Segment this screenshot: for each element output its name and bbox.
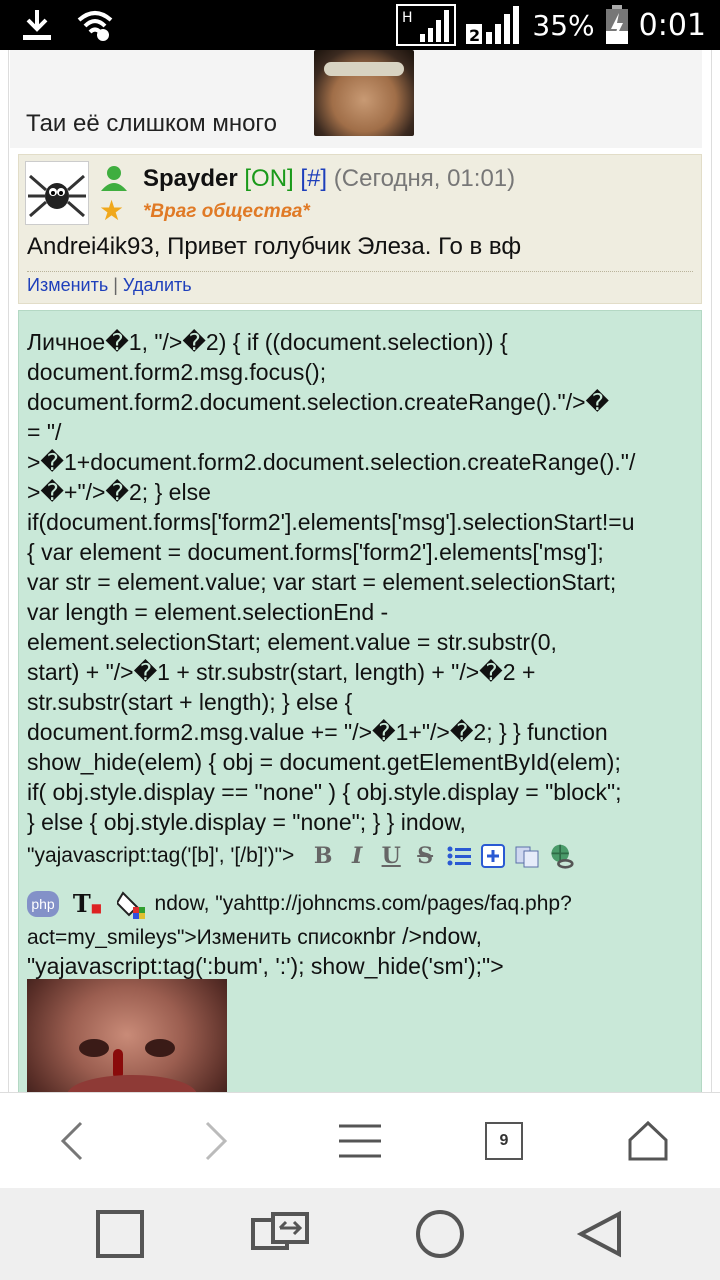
post-divider: [27, 271, 693, 272]
star-icon: ★: [99, 195, 125, 226]
link-globe-icon[interactable]: [548, 843, 574, 870]
strike-icon[interactable]: S: [412, 843, 438, 869]
edit-link[interactable]: Изменить: [27, 275, 108, 295]
smiley-line-2: act=my_smileys">Изменить списокnbr />ndo…: [27, 921, 482, 953]
battery-charging-icon: [605, 5, 628, 44]
post-author[interactable]: Spayder: [143, 165, 238, 192]
code-message: Личное�1, "/>�2) { if ((document.selecti…: [18, 310, 702, 1092]
italic-icon[interactable]: I: [344, 843, 370, 869]
underline-icon[interactable]: U: [378, 843, 404, 869]
smiley-line-text: ndow, "yahttp://johncms.com/pages/faq.ph…: [154, 892, 572, 915]
page-content: Таи её слишком много ★ Spayder [ON] [#] …: [0, 50, 720, 1092]
previous-post: Таи её слишком много: [10, 50, 702, 148]
bold-icon[interactable]: B: [310, 843, 336, 869]
list-icon[interactable]: [446, 843, 472, 869]
post-header: Spayder [ON] [#] (Сегодня, 01:01): [143, 165, 515, 193]
home-icon: [628, 1120, 668, 1161]
circle-icon: [416, 1210, 464, 1258]
post-text: Andrei4ik93, Привет голубчик Элеза. Го в…: [27, 233, 522, 260]
hamburger-icon: [339, 1124, 381, 1158]
wifi-icon: [77, 11, 113, 41]
switch-icon: [251, 1212, 309, 1250]
triangle-back-icon: [577, 1210, 621, 1258]
spider-icon: [28, 174, 86, 218]
edit-smileys-link[interactable]: act=my_smileys">Изменить список: [27, 926, 362, 949]
square-icon: [96, 1210, 144, 1258]
line4-tail: nbr />ndow,: [362, 923, 482, 949]
user-status-title: *Враг общества*: [143, 201, 310, 222]
tabs-button[interactable]: 9: [474, 1111, 534, 1171]
online-status: [ON]: [244, 165, 294, 192]
back-nav-button[interactable]: [570, 1204, 630, 1264]
back-button[interactable]: [42, 1111, 102, 1171]
toolbar-prefix: "yajavascript:tag('[b]', '[/b]')">: [27, 844, 295, 867]
tabs-count: 9: [485, 1122, 523, 1160]
forward-arrow-icon: [205, 1121, 228, 1161]
post-link[interactable]: [#]: [300, 165, 327, 192]
user-online-icon: [101, 166, 127, 191]
clock: 0:01: [638, 7, 706, 43]
download-icon: [23, 10, 51, 40]
recents-button[interactable]: [90, 1204, 150, 1264]
forward-button[interactable]: [186, 1111, 246, 1171]
user-avatar[interactable]: [25, 161, 89, 225]
signal-label-h: H: [402, 10, 413, 26]
copy-icon[interactable]: [514, 843, 540, 869]
actions-separator: |: [113, 275, 118, 295]
menu-button[interactable]: [330, 1111, 390, 1171]
code-text: Личное�1, "/>�2) { if ((document.selecti…: [27, 329, 636, 835]
home-nav-button[interactable]: [410, 1204, 470, 1264]
battery-percent: 35%: [532, 8, 595, 42]
smiley-line: php T■ ndow, "yahttp://johncms.com/pages…: [27, 889, 572, 920]
forum-post: ★ Spayder [ON] [#] (Сегодня, 01:01) *Вра…: [18, 154, 702, 304]
back-arrow-icon: [60, 1121, 83, 1161]
post-time: (Сегодня, 01:01): [333, 165, 516, 192]
post-actions: Изменить | Удалить: [27, 275, 192, 296]
signal-sim2-icon: 2: [466, 6, 520, 45]
browser-toolbar: 9: [0, 1092, 720, 1188]
previous-post-text: Таи её слишком много: [26, 110, 277, 137]
switch-sim-button[interactable]: [250, 1204, 310, 1264]
php-icon[interactable]: php: [27, 891, 59, 918]
toolbar-line: "yajavascript:tag('[b]', '[/b]')"> B I U…: [27, 841, 701, 871]
expand-icon[interactable]: [480, 843, 506, 869]
signal-sim1-icon: H: [396, 4, 457, 46]
system-nav-bar: [0, 1188, 720, 1280]
text-color-icon[interactable]: T■: [73, 889, 105, 919]
previous-post-image: [314, 50, 414, 136]
format-toolbar: B I U S: [310, 843, 574, 869]
signal-label-2: 2: [469, 26, 480, 45]
smiley-image[interactable]: [27, 979, 227, 1092]
paint-bucket-icon[interactable]: [116, 889, 147, 920]
smiley-line-3: "yajavascript:tag(':bum', ':'); show_hid…: [27, 953, 504, 979]
home-button[interactable]: [618, 1111, 678, 1171]
status-bar: H 2 35% 0:01: [0, 0, 720, 50]
delete-link[interactable]: Удалить: [123, 275, 192, 295]
